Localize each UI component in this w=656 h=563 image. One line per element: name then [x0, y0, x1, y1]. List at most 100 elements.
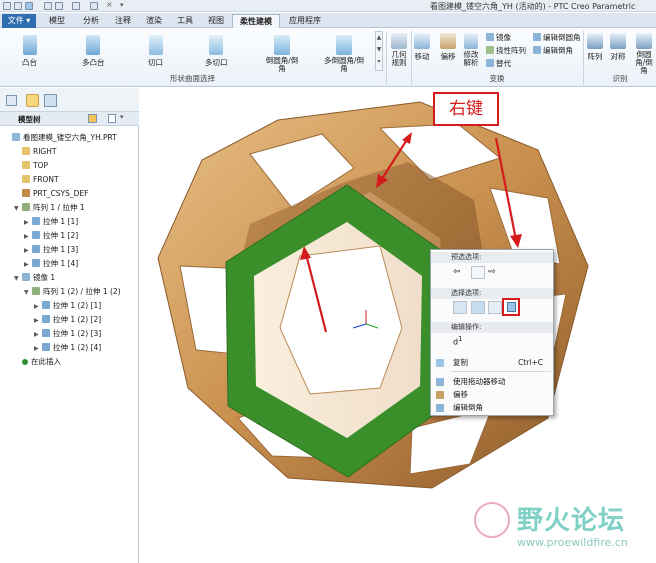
round-chamfer-button[interactable]: 倒圆角/倒角 [262, 35, 302, 73]
csys-icon [22, 189, 30, 197]
window-icon[interactable] [90, 2, 98, 10]
new-file-icon[interactable] [3, 2, 11, 10]
select-cut-icon[interactable] [488, 301, 502, 314]
expand-icon[interactable]: ▶ [24, 231, 32, 243]
boss-button[interactable]: 凸台 [22, 35, 37, 68]
select-boss-icon[interactable] [471, 301, 485, 314]
undo-icon[interactable] [44, 2, 52, 10]
window-title: 看图建模_镂空六角_YH (活动的) - PTC Creo Parametric [430, 2, 636, 11]
folder-browser-icon[interactable] [26, 94, 39, 107]
model-tree-header: 模型树 ▾ [0, 112, 139, 126]
round-chamfer-recognize-button[interactable]: 倒圆角/倒角 [633, 33, 655, 75]
menu-item-offset[interactable]: 偏移 [431, 389, 553, 401]
flexible-pattern-button[interactable]: 挠性阵列 [486, 45, 526, 56]
tree-item[interactable]: 在此插入 [14, 356, 61, 368]
multi-boss-button[interactable]: 多凸台 [82, 35, 105, 68]
expand-icon[interactable]: ▶ [34, 301, 42, 313]
tree-item-label: 拉伸 1 [4] [43, 259, 79, 268]
tree-item[interactable]: RIGHT [14, 146, 56, 158]
tree-item[interactable]: ▶ 拉伸 1 [2] [24, 230, 78, 242]
tree-item[interactable]: ▶ 拉伸 1 [1] [24, 216, 78, 228]
tree-dropdown-icon[interactable]: ▾ [120, 113, 124, 121]
extrude-icon [32, 231, 40, 239]
offset-button[interactable]: 偏移 [440, 33, 456, 62]
expand-icon[interactable]: ▶ [24, 245, 32, 257]
preselect-header: 预选选项: [431, 252, 553, 263]
extrude-icon [32, 245, 40, 253]
edit-round-button[interactable]: 编辑倒圆角 [533, 32, 581, 43]
graphics-viewport[interactable] [140, 88, 656, 563]
collapse-icon[interactable]: ▼ [14, 203, 22, 215]
edit-chamfer-button[interactable]: 编辑倒角 [533, 45, 573, 56]
pick-from-list-icon[interactable] [471, 266, 485, 279]
tree-item[interactable]: ▶ 拉伸 1 (2) [4] [34, 342, 101, 354]
cut-button[interactable]: 切口 [148, 35, 163, 68]
expand-icon[interactable]: ▶ [24, 217, 32, 229]
context-menu: 预选选项: ⇦ ⇨ 选择选项: 编辑操作: d1 复制 Ctrl+C 使用拖动器… [430, 249, 554, 416]
multi-cut-button[interactable]: 多切口 [205, 35, 228, 68]
tree-item[interactable]: ▶ 拉伸 1 [3] [24, 244, 78, 256]
modify-analytic-button[interactable]: 修改解析 [463, 33, 479, 67]
close-icon[interactable]: × [106, 1, 114, 10]
tree-item[interactable]: ▶ 拉伸 1 (2) [1] [34, 300, 101, 312]
tab-flexible-modeling[interactable]: 柔性建模 [232, 14, 280, 28]
tab-tools[interactable]: 工具 [171, 14, 199, 28]
symmetry-recognize-button[interactable]: 对称 [610, 33, 626, 62]
show-icon[interactable] [108, 114, 116, 123]
regenerate-icon[interactable] [72, 2, 80, 10]
tab-analysis[interactable]: 分析 [76, 14, 106, 28]
expand-icon[interactable]: ▶ [24, 259, 32, 271]
mirror-button[interactable]: 镜像 [486, 32, 511, 43]
menu-item-move-with-dragger[interactable]: 使用拖动器移动 [431, 376, 553, 388]
select-rule-icon-highlighted[interactable] [502, 298, 520, 316]
tab-render[interactable]: 渲染 [140, 14, 168, 28]
tree-item[interactable]: ▶ 拉伸 1 [4] [24, 258, 78, 270]
customize-dropdown-icon[interactable]: ▾ [120, 2, 128, 10]
tab-view[interactable]: 视图 [202, 14, 230, 28]
favorites-icon[interactable] [44, 94, 57, 107]
edit-round-icon [533, 33, 541, 41]
expand-icon[interactable]: ▶ [34, 315, 42, 327]
tree-item[interactable]: TOP [14, 160, 48, 172]
tab-applications[interactable]: 应用程序 [283, 14, 327, 28]
geometry-rules-icon [391, 33, 407, 49]
tree-item-label: 看图建模_镂空六角_YH.PRT [23, 133, 117, 142]
previous-icon[interactable]: ⇦ [453, 266, 467, 279]
extrude-icon [42, 301, 50, 309]
tree-item[interactable]: PRT_CSYS_DEF [14, 188, 88, 200]
select-surface-set-icon[interactable] [453, 301, 467, 314]
model-tree-tab-icon[interactable] [6, 95, 17, 106]
menu-item-copy[interactable]: 复制 Ctrl+C [431, 357, 553, 369]
substitute-button[interactable]: 替代 [486, 58, 511, 69]
redo-icon[interactable] [55, 2, 63, 10]
tab-file[interactable]: 文件 ▾ [2, 14, 36, 28]
flex-pattern-icon [486, 46, 494, 54]
move-button[interactable]: 移动 [414, 33, 430, 62]
model-render[interactable] [140, 88, 656, 563]
pattern-recognize-button[interactable]: 阵列 [587, 33, 603, 62]
save-icon[interactable] [25, 2, 33, 10]
expand-icon[interactable]: ▶ [34, 343, 42, 355]
next-icon[interactable]: ⇨ [488, 266, 502, 279]
tree-settings-icon[interactable] [88, 114, 97, 123]
tree-item[interactable]: ▶ 拉伸 1 (2) [3] [34, 328, 101, 340]
expand-icon[interactable]: ▶ [34, 329, 42, 341]
tree-item-label: 拉伸 1 [2] [43, 231, 79, 240]
tree-item[interactable]: ▶ 拉伸 1 (2) [2] [34, 314, 101, 326]
tree-item[interactable]: ▼ 阵列 1 / 拉伸 1 [14, 202, 85, 214]
edit-dimension-icon[interactable]: d1 [453, 335, 467, 348]
tab-annotate[interactable]: 注释 [109, 14, 137, 28]
edit-header: 编辑操作: [431, 322, 553, 333]
tree-item[interactable]: 看图建模_镂空六角_YH.PRT [4, 132, 117, 144]
gallery-scroll[interactable]: ▲ ▼ ▾ [375, 31, 383, 71]
menu-item-edit-chamfer[interactable]: 编辑倒角 [431, 402, 553, 414]
multi-round-chamfer-button[interactable]: 多倒圆角/倒角 [322, 35, 366, 73]
tab-model[interactable]: 模型 [42, 14, 72, 28]
geometry-rules-button[interactable]: 几何规则 [389, 33, 409, 67]
tree-item[interactable]: FRONT [14, 174, 59, 186]
tree-item[interactable]: ▼ 镜像 1 [14, 272, 55, 284]
collapse-icon[interactable]: ▼ [24, 287, 32, 299]
collapse-icon[interactable]: ▼ [14, 273, 22, 285]
tree-item[interactable]: ▼ 阵列 1 (2) / 拉伸 1 (2) [24, 286, 121, 298]
open-file-icon[interactable] [14, 2, 22, 10]
